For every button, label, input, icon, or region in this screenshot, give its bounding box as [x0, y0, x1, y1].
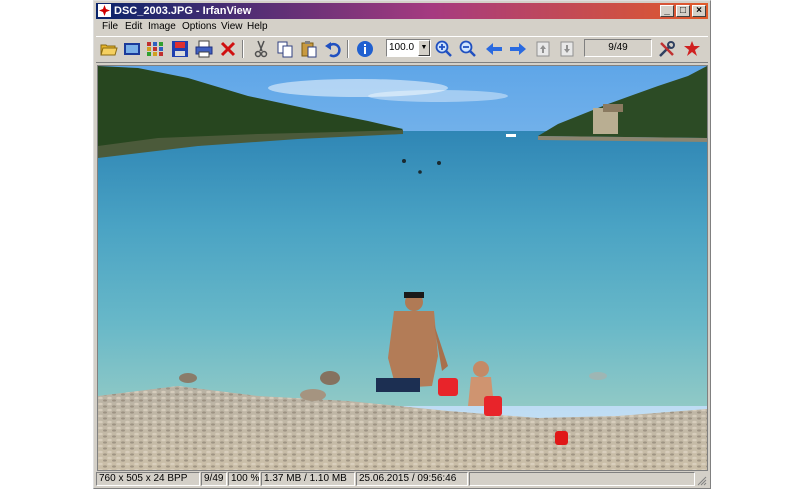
cut-icon — [254, 40, 268, 58]
undo-button[interactable] — [323, 39, 343, 59]
menu-file[interactable]: File — [102, 21, 118, 32]
zoom-out-icon — [459, 40, 476, 57]
status-datetime: 25.06.2015 / 09:56:46 — [356, 472, 468, 486]
toolbar-separator — [242, 40, 244, 58]
previous-icon — [486, 43, 502, 55]
irfanview-window: DSC_2003.JPG - IrfanView _ □ × File Edit… — [93, 0, 711, 489]
minimize-button[interactable]: _ — [660, 5, 674, 17]
next-icon — [510, 43, 526, 55]
chevron-down-icon[interactable]: ▼ — [418, 40, 430, 56]
toolbar-separator — [347, 40, 349, 58]
menu-options[interactable]: Options — [182, 21, 216, 32]
info-icon — [357, 41, 373, 57]
zoom-combobox[interactable]: 100.0 ▼ — [386, 39, 431, 57]
menu-help[interactable]: Help — [247, 21, 268, 32]
status-zoom: 100 % — [228, 472, 260, 486]
status-empty — [469, 472, 695, 486]
first-page-icon — [536, 41, 550, 57]
app-icon — [98, 4, 111, 17]
title-bar[interactable]: DSC_2003.JPG - IrfanView _ □ × — [96, 3, 708, 19]
slideshow-button[interactable] — [122, 39, 142, 59]
last-page-icon — [560, 41, 574, 57]
delete-icon — [220, 41, 236, 57]
status-index: 9/49 — [201, 472, 227, 486]
paste-icon — [301, 41, 317, 58]
cut-button[interactable] — [251, 39, 271, 59]
window-title: DSC_2003.JPG - IrfanView — [114, 5, 252, 17]
open-button[interactable] — [99, 39, 119, 59]
zoom-out-button[interactable] — [458, 39, 478, 59]
open-folder-icon — [100, 44, 118, 56]
menu-edit[interactable]: Edit — [125, 21, 142, 32]
info-button[interactable] — [355, 39, 375, 59]
next-button[interactable] — [508, 39, 528, 59]
zoom-in-button[interactable] — [434, 39, 454, 59]
save-icon — [172, 41, 188, 57]
thumbnails-button[interactable] — [145, 39, 165, 59]
undo-icon — [325, 42, 341, 58]
menu-image[interactable]: Image — [148, 21, 176, 32]
print-button[interactable] — [194, 39, 214, 59]
print-icon — [195, 40, 213, 58]
resize-grip-icon[interactable] — [697, 476, 707, 486]
file-counter: 9/49 — [584, 39, 652, 57]
copy-button[interactable] — [275, 39, 295, 59]
exit-icon — [684, 41, 700, 56]
options-icon — [659, 41, 675, 57]
menu-bar: File Edit Image Options View Help — [96, 20, 708, 35]
options-button[interactable] — [657, 39, 677, 59]
close-button[interactable]: × — [692, 5, 706, 17]
status-filesize: 1.37 MB / 1.10 MB — [261, 472, 355, 486]
previous-button[interactable] — [484, 39, 504, 59]
save-button[interactable] — [170, 39, 190, 59]
last-page-button[interactable] — [557, 39, 577, 59]
thumbnails-icon — [147, 42, 163, 56]
status-bar: 760 x 505 x 24 BPP 9/49 100 % 1.37 MB / … — [96, 471, 708, 487]
slideshow-icon — [124, 43, 140, 55]
menu-view[interactable]: View — [221, 21, 243, 32]
paste-button[interactable] — [299, 39, 319, 59]
zoom-value: 100.0 — [389, 42, 415, 53]
image-canvas[interactable] — [97, 65, 708, 471]
status-dimensions: 760 x 505 x 24 BPP — [96, 472, 200, 486]
maximize-button[interactable]: □ — [676, 5, 690, 17]
copy-icon — [277, 41, 293, 58]
exit-button[interactable] — [682, 39, 702, 59]
toolbar: 100.0 ▼ 9/49 — [96, 36, 708, 63]
photo — [98, 66, 707, 470]
zoom-in-icon — [435, 40, 452, 57]
delete-button[interactable] — [218, 39, 238, 59]
first-page-button[interactable] — [533, 39, 553, 59]
